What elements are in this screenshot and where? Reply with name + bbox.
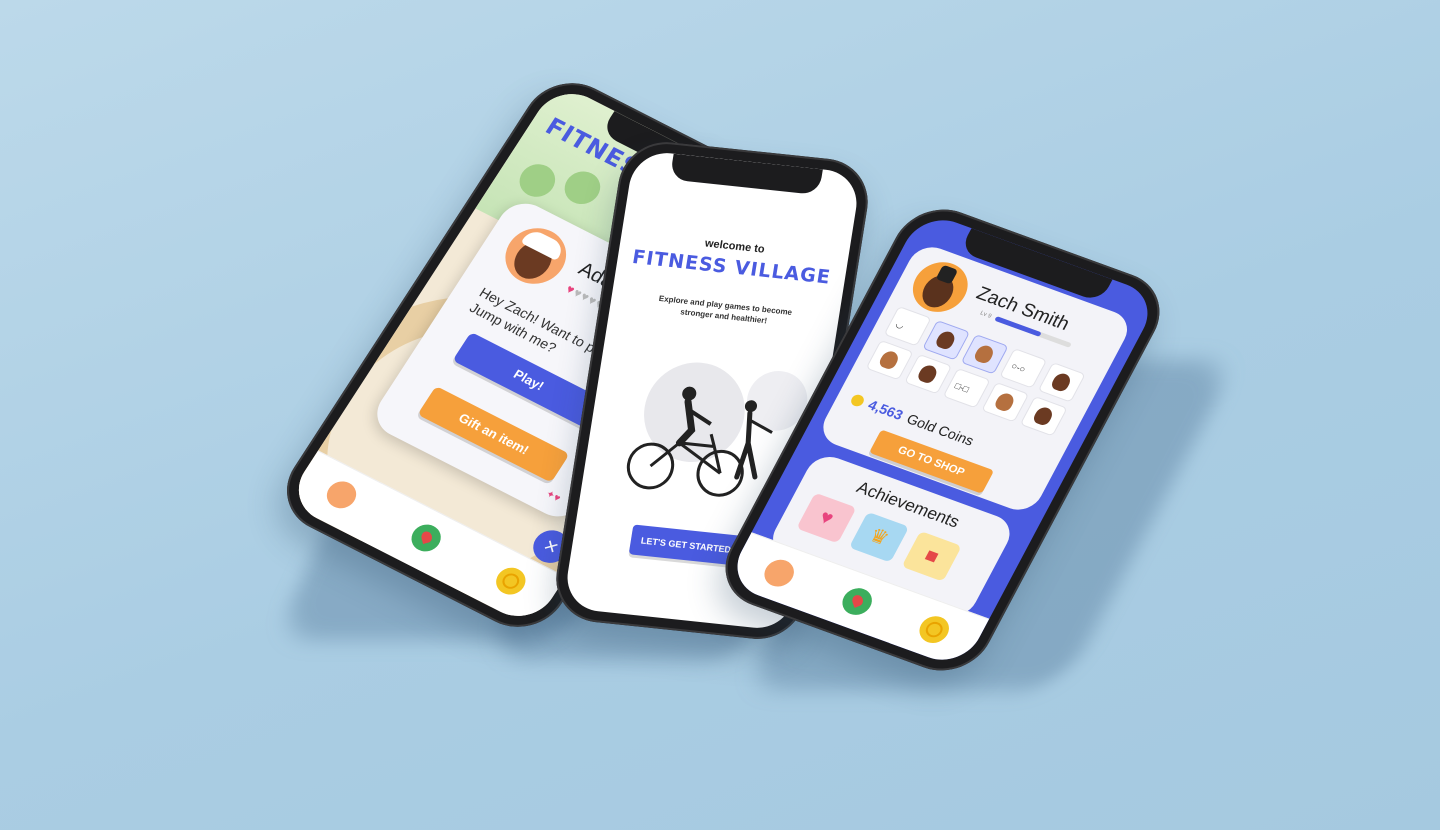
map-pin-tab-icon[interactable]: [406, 519, 447, 557]
crown-icon[interactable]: ♛: [848, 511, 910, 563]
coin-icon: [849, 392, 867, 408]
avatar-option[interactable]: [1037, 362, 1086, 403]
heart-icon[interactable]: ♥: [796, 492, 857, 544]
coin-tab-icon[interactable]: [914, 612, 955, 647]
avatar-option[interactable]: [922, 319, 971, 361]
avatar-option[interactable]: ○-○: [999, 348, 1048, 389]
avatar-option[interactable]: [981, 381, 1030, 423]
user-avatar: [903, 254, 978, 320]
tagline: Explore and play games to become stronge…: [658, 293, 793, 326]
avatar-option[interactable]: [904, 353, 953, 395]
level-label: Lv 9: [978, 310, 993, 320]
avatar-option[interactable]: [960, 334, 1009, 375]
heart-sparkle-icon: ✦♥: [543, 488, 563, 505]
profile-tab-icon[interactable]: [759, 555, 799, 591]
avatar-option[interactable]: [865, 339, 914, 381]
coin-tab-icon[interactable]: [490, 562, 531, 600]
avatar-option[interactable]: □-□: [942, 367, 991, 409]
avatar-option[interactable]: [1019, 395, 1068, 437]
map-pin-tab-icon[interactable]: [836, 584, 877, 619]
glasses-icon: □-□: [953, 380, 971, 395]
phone-notch: [669, 153, 823, 196]
npc-avatar: [494, 218, 578, 294]
profile-tab-icon[interactable]: [321, 476, 362, 514]
avatar-option[interactable]: ◡: [883, 305, 932, 347]
coin-value: 4,563: [865, 396, 906, 423]
glasses-icon: ○-○: [1009, 360, 1028, 375]
gift-icon[interactable]: ■: [901, 530, 962, 582]
